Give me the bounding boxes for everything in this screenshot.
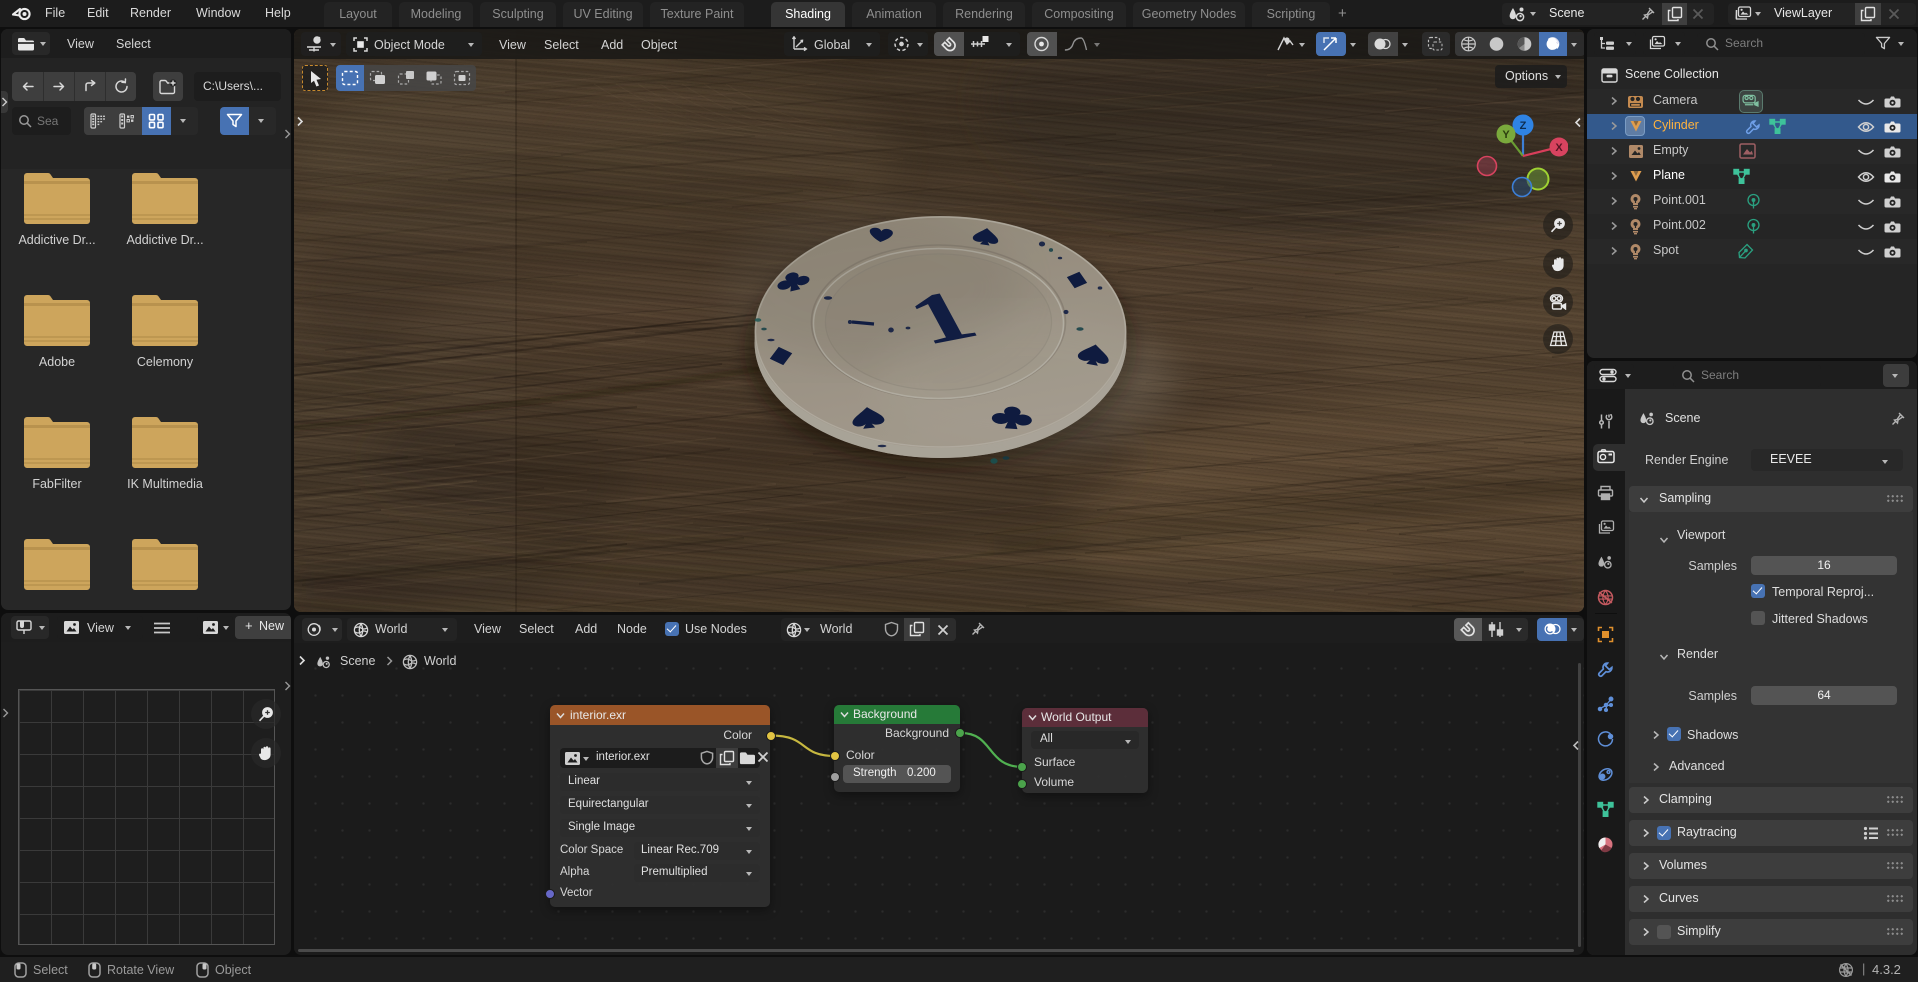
svg-text:X: X [1555,142,1563,154]
svg-text:Z: Z [1520,120,1527,132]
svg-text:Y: Y [1502,129,1510,141]
